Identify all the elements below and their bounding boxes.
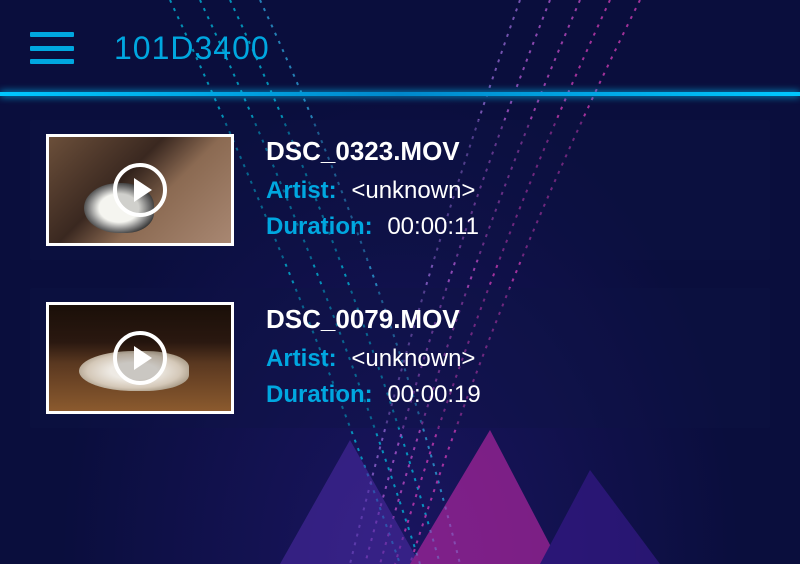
artist-value: <unknown> — [351, 345, 475, 372]
video-list: DSC_0323.MOV Artist: <unknown> Duration:… — [0, 96, 800, 428]
duration-value: 00:00:19 — [387, 381, 480, 408]
artist-label: Artist: — [266, 177, 337, 204]
duration-value: 00:00:11 — [387, 213, 479, 240]
page-title: 101D3400 — [114, 30, 270, 67]
play-icon — [113, 163, 167, 217]
video-thumbnail[interactable] — [46, 302, 234, 414]
duration-label: Duration: — [266, 213, 373, 240]
list-item[interactable]: DSC_0323.MOV Artist: <unknown> Duration:… — [30, 120, 770, 260]
menu-icon[interactable] — [30, 32, 74, 64]
header: 101D3400 — [0, 0, 800, 96]
artist-value: <unknown> — [351, 177, 475, 204]
duration-label: Duration: — [266, 381, 373, 408]
video-thumbnail[interactable] — [46, 134, 234, 246]
artist-label: Artist: — [266, 345, 337, 372]
video-meta: DSC_0323.MOV Artist: <unknown> Duration:… — [266, 136, 479, 245]
list-item[interactable]: DSC_0079.MOV Artist: <unknown> Duration:… — [30, 288, 770, 428]
play-icon — [113, 331, 167, 385]
video-filename: DSC_0079.MOV — [266, 304, 481, 335]
video-filename: DSC_0323.MOV — [266, 136, 479, 167]
video-meta: DSC_0079.MOV Artist: <unknown> Duration:… — [266, 304, 481, 413]
